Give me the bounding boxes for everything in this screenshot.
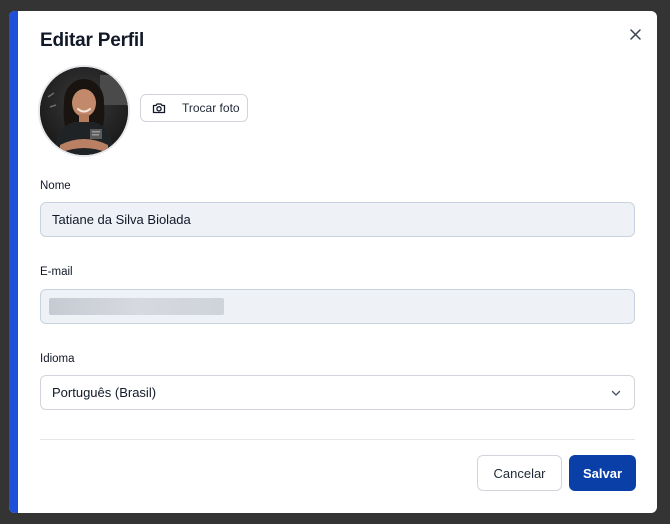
name-value: Tatiane da Silva Biolada	[52, 212, 191, 227]
email-label: E-mail	[40, 266, 73, 278]
change-photo-label: Trocar foto	[182, 101, 240, 115]
dialog-title: Editar Perfil	[40, 30, 145, 51]
email-redacted-value	[49, 298, 224, 315]
avatar	[38, 65, 130, 157]
language-value: Português (Brasil)	[52, 385, 157, 400]
email-field[interactable]	[40, 289, 635, 324]
close-icon	[629, 28, 641, 40]
name-field[interactable]: Tatiane da Silva Biolada	[40, 202, 635, 237]
chevron-down-icon	[611, 390, 621, 396]
save-button[interactable]: Salvar	[569, 455, 636, 491]
footer-divider	[40, 439, 635, 440]
edit-profile-dialog: Editar Perfil Trocar foto Nome Tatiane d…	[9, 11, 657, 513]
name-label: Nome	[40, 180, 71, 192]
close-button[interactable]	[625, 24, 645, 44]
accent-bar	[9, 11, 18, 513]
cancel-button[interactable]: Cancelar	[477, 455, 562, 491]
camera-icon	[152, 103, 166, 114]
profile-photo	[40, 67, 128, 155]
language-label: Idioma	[40, 353, 75, 365]
language-select[interactable]: Português (Brasil)	[40, 375, 635, 410]
change-photo-button[interactable]: Trocar foto	[140, 94, 248, 122]
